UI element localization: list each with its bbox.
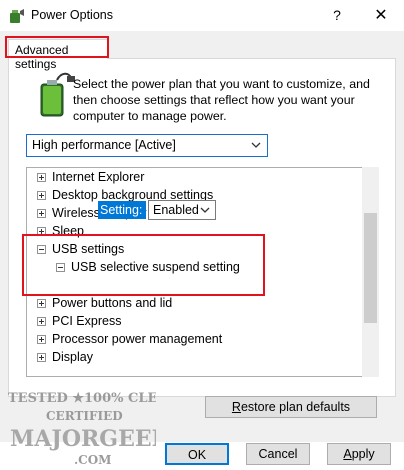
power-plan-dropdown[interactable]: High performance [Active] [26,134,268,157]
dialog-client-area: Advanced settings Select the power plan … [0,31,404,467]
watermark-line-4: .COM [74,453,111,467]
chevron-down-icon [251,142,261,148]
close-button[interactable]: ✕ [358,0,404,31]
majorgeeks-watermark: TESTED ★100% CLEAN CERTIFIED MAJORGEEKS … [8,391,156,467]
apply-button[interactable]: Apply [327,443,391,465]
help-button[interactable]: ? [314,0,360,31]
watermark-line-3: MAJORGEEKS [10,426,156,452]
cancel-button[interactable]: Cancel [246,443,310,465]
ok-button[interactable]: OK [165,443,229,465]
tab-highlight-box [5,36,109,58]
window-title: Power Options [31,8,113,22]
tree-scrollbar[interactable] [362,167,379,377]
chevron-down-icon [200,207,210,213]
power-plan-value: High performance [Active] [32,138,176,152]
description-text: Select the power plan that you want to c… [73,77,370,123]
usb-settings-highlight-box [22,234,265,296]
expand-plus-icon[interactable] [37,191,46,200]
setting-value-dropdown[interactable]: Enabled [148,200,216,220]
watermark-line-1: TESTED ★100% CLEAN [8,391,156,406]
battery-plug-icon [40,72,75,117]
expand-plus-icon[interactable] [37,335,46,344]
expand-plus-icon[interactable] [37,209,46,218]
advanced-settings-panel: Select the power plan that you want to c… [8,59,396,397]
watermark-line-2: CERTIFIED [46,409,123,423]
expand-plus-icon[interactable] [37,353,46,362]
setting-value: Enabled [153,203,199,217]
expand-plus-icon[interactable] [37,317,46,326]
expand-plus-icon[interactable] [37,299,46,308]
restore-plan-defaults-button[interactable]: Restore plan defaults [205,396,377,418]
title-bar: Power Options ? ✕ [0,0,404,31]
power-options-icon [10,9,24,23]
scrollbar-thumb[interactable] [364,213,377,323]
setting-label: Setting: [98,201,146,219]
expand-plus-icon[interactable] [37,173,46,182]
